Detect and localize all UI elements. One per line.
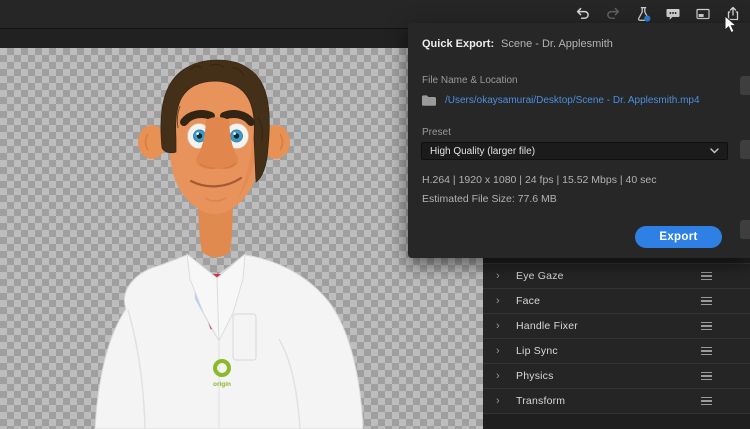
chevron-right-icon[interactable]: › (496, 345, 506, 357)
panel-edge-fragment (740, 140, 750, 159)
behavior-label: Physics (516, 370, 554, 382)
behavior-row-physics[interactable]: › Physics (483, 364, 750, 389)
panel-edge-fragment (740, 76, 750, 95)
hamburger-menu-icon[interactable] (701, 396, 712, 406)
behavior-label: Eye Gaze (516, 270, 564, 282)
hamburger-menu-icon[interactable] (701, 371, 712, 381)
folder-icon[interactable] (422, 94, 445, 106)
comments-button[interactable] (662, 3, 684, 25)
preset-dropdown-value: High Quality (larger file) (430, 145, 536, 157)
quick-export-scene-name: Scene - Dr. Applesmith (501, 38, 613, 50)
quick-export-panel: Quick Export: Scene - Dr. Applesmith Fil… (408, 23, 750, 258)
character-animator-window: origin › Eye Gaze › Face › Handle Fixer … (0, 0, 750, 429)
chevron-down-icon (710, 148, 719, 154)
behavior-row-eye-gaze[interactable]: › Eye Gaze (483, 264, 750, 289)
hamburger-menu-icon[interactable] (701, 271, 712, 281)
panel-edge-fragment (740, 220, 750, 239)
preset-label: Preset (422, 127, 451, 138)
flask-icon (635, 6, 652, 23)
hamburger-menu-icon[interactable] (701, 346, 712, 356)
experimental-toggle-button[interactable] (632, 3, 654, 25)
hamburger-menu-icon[interactable] (701, 296, 712, 306)
undo-button[interactable] (572, 3, 594, 25)
undo-icon (575, 6, 591, 22)
comment-bubble-icon (665, 6, 681, 22)
chevron-right-icon[interactable]: › (496, 295, 506, 307)
preset-dropdown[interactable]: High Quality (larger file) (421, 142, 728, 160)
chevron-right-icon[interactable]: › (496, 395, 506, 407)
estimated-size-text: Estimated File Size: 77.6 MB (422, 193, 557, 205)
behavior-row-handle-fixer[interactable]: › Handle Fixer (483, 314, 750, 339)
mouse-cursor (724, 14, 739, 40)
picture-in-picture-button[interactable] (692, 3, 714, 25)
behavior-row-face[interactable]: › Face (483, 289, 750, 314)
behavior-label: Handle Fixer (516, 320, 578, 332)
file-path-link[interactable]: /Users/okaysamurai/Desktop/Scene - Dr. A… (445, 95, 700, 106)
chevron-right-icon[interactable]: › (496, 270, 506, 282)
behavior-label: Lip Sync (516, 345, 558, 357)
chevron-right-icon[interactable]: › (496, 370, 506, 382)
quick-export-title: Quick Export: (422, 38, 495, 50)
export-button[interactable]: Export (635, 226, 722, 248)
chevron-right-icon[interactable]: › (496, 320, 506, 332)
file-path-row: /Users/okaysamurai/Desktop/Scene - Dr. A… (422, 92, 732, 108)
behavior-label: Face (516, 295, 541, 307)
redo-button[interactable] (602, 3, 624, 25)
format-info-text: H.264 | 1920 x 1080 | 24 fps | 15.52 Mbp… (422, 174, 657, 186)
behavior-row-lip-sync[interactable]: › Lip Sync (483, 339, 750, 364)
behavior-label: Transform (516, 395, 566, 407)
redo-icon (605, 6, 621, 22)
file-name-location-label: File Name & Location (422, 75, 518, 86)
picture-in-picture-icon (695, 6, 711, 22)
behavior-list: › Eye Gaze › Face › Handle Fixer › Lip S… (483, 263, 750, 414)
behavior-row-transform[interactable]: › Transform (483, 389, 750, 414)
hamburger-menu-icon[interactable] (701, 321, 712, 331)
coat-badge-text: origin (213, 381, 231, 388)
